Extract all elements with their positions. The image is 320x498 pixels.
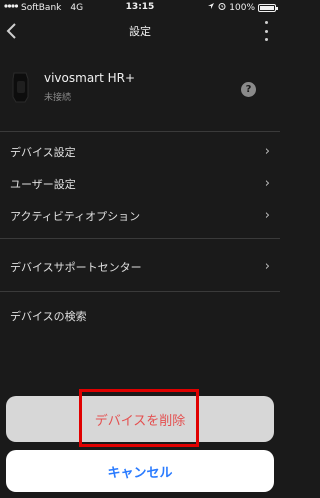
alarm-icon [218, 2, 226, 13]
status-bar: SoftBank 4G 13:15 100% [0, 0, 280, 16]
menu-item-label: デバイスの検索 [10, 310, 87, 323]
chevron-right-icon: › [264, 176, 270, 191]
chevron-left-icon[interactable] [6, 23, 22, 39]
chevron-right-icon: › [264, 259, 270, 274]
settings-menu: デバイス設定 › ユーザー設定 › アクティビティオプション › [0, 136, 280, 232]
location-icon [207, 2, 215, 13]
divider [0, 238, 280, 239]
device-connection-status: 未接続 [44, 93, 72, 103]
status-right: 100% [207, 2, 278, 13]
battery-icon [258, 3, 278, 12]
chevron-right-icon: › [264, 208, 270, 223]
menu-item-label: アクティビティオプション [10, 210, 141, 223]
watch-icon [10, 71, 32, 103]
help-icon[interactable]: ? [241, 82, 256, 97]
support-menu: デバイスサポートセンター › [0, 251, 280, 283]
menu-item-user-settings[interactable]: ユーザー設定 › [0, 168, 280, 200]
battery-percent: 100% [229, 2, 255, 13]
divider [0, 131, 280, 132]
page-title: 設定 [129, 25, 151, 38]
navigation-bar: 設定 [0, 16, 280, 46]
menu-item-label: ユーザー設定 [10, 178, 76, 191]
divider [0, 291, 280, 292]
more-vertical-icon[interactable] [262, 21, 270, 41]
delete-device-button[interactable]: デバイスを削除 [6, 396, 274, 442]
menu-item-label: デバイス設定 [10, 146, 76, 159]
device-row[interactable]: vivosmart HR+ 未接続 ? [0, 63, 280, 111]
menu-item-device-support-center[interactable]: デバイスサポートセンター › [0, 251, 280, 283]
menu-item-activity-options[interactable]: アクティビティオプション › [0, 200, 280, 232]
delete-device-label: デバイスを削除 [94, 413, 186, 429]
menu-item-label: デバイスサポートセンター [10, 261, 142, 274]
menu-item-device-settings[interactable]: デバイス設定 › [0, 136, 280, 168]
menu-item-find-device[interactable]: デバイスの検索 [0, 300, 280, 332]
chevron-right-icon: › [264, 144, 270, 159]
device-name: vivosmart HR+ [44, 71, 136, 85]
find-menu: デバイスの検索 [0, 300, 280, 332]
cancel-label: キャンセル [107, 465, 173, 481]
cancel-button[interactable]: キャンセル [6, 450, 274, 492]
